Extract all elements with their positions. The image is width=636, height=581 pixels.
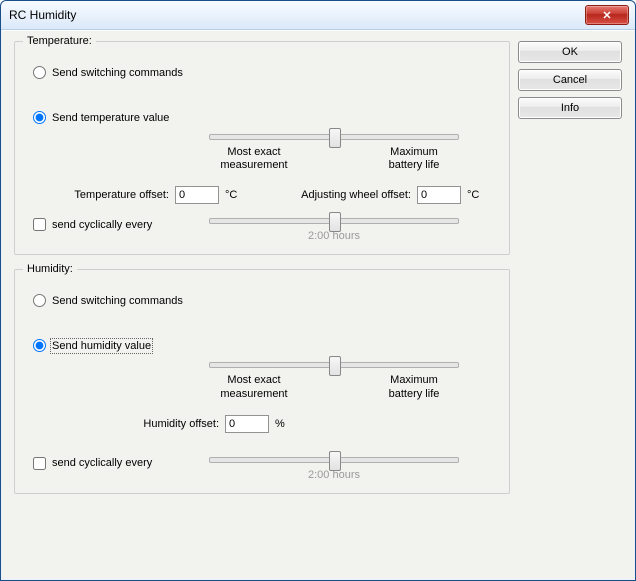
wheel-offset-label: Adjusting wheel offset: [281, 189, 411, 201]
radio-temp-value-label: Send temperature value [52, 112, 169, 124]
hum-offset-input[interactable] [225, 415, 269, 433]
hum-precision-slider-block: Most exact measurement Maximum battery l… [209, 362, 459, 400]
check-temp-cyclic-label: send cyclically every [52, 219, 152, 231]
temp-offset-input[interactable] [175, 186, 219, 204]
client-area: Temperature: Send switching commands Sen… [2, 30, 634, 579]
window-title: RC Humidity [9, 8, 76, 22]
check-hum-cyclic[interactable] [33, 457, 46, 470]
group-temperature: Temperature: Send switching commands Sen… [14, 41, 510, 255]
temp-slider-right-label: Maximum battery life [369, 146, 459, 172]
slider-thumb[interactable] [329, 451, 341, 471]
radio-temp-value[interactable] [33, 111, 46, 124]
temp-slider-left-label: Most exact measurement [209, 146, 299, 172]
group-humidity-legend: Humidity: [23, 263, 77, 275]
radio-hum-value[interactable] [33, 339, 46, 352]
radio-hum-switching-label: Send switching commands [52, 295, 183, 307]
check-hum-cyclic-label: send cyclically every [52, 457, 152, 469]
radio-hum-value-label: Send humidity value [52, 340, 151, 352]
radio-temp-switching-label: Send switching commands [52, 67, 183, 79]
temp-cyclic-caption: 2:00 hours [209, 230, 459, 242]
hum-slider-left-label: Most exact measurement [209, 374, 299, 400]
close-icon: ✕ [602, 9, 611, 22]
close-button[interactable]: ✕ [585, 5, 629, 25]
hum-slider-right-label: Maximum battery life [369, 374, 459, 400]
hum-precision-slider[interactable] [209, 362, 459, 368]
temp-offset-label: Temperature offset: [59, 189, 169, 201]
radio-hum-switching[interactable] [33, 294, 46, 307]
cancel-button[interactable]: Cancel [518, 69, 622, 91]
wheel-offset-unit: °C [467, 189, 485, 201]
wheel-offset-input[interactable] [417, 186, 461, 204]
info-button[interactable]: Info [518, 97, 622, 119]
slider-thumb[interactable] [329, 212, 341, 232]
group-temperature-legend: Temperature: [23, 35, 96, 47]
hum-offset-unit: % [275, 418, 293, 430]
ok-button[interactable]: OK [518, 41, 622, 63]
radio-temp-switching[interactable] [33, 66, 46, 79]
temp-precision-slider[interactable] [209, 134, 459, 140]
dialog-window: RC Humidity ✕ Temperature: Send switchin… [0, 0, 636, 581]
temp-precision-slider-block: Most exact measurement Maximum battery l… [209, 134, 459, 172]
group-humidity: Humidity: Send switching commands Send h… [14, 269, 510, 493]
slider-thumb[interactable] [329, 128, 341, 148]
temp-cyclic-slider[interactable] [209, 218, 459, 224]
temp-offset-unit: °C [225, 189, 243, 201]
slider-thumb[interactable] [329, 356, 341, 376]
hum-cyclic-slider[interactable] [209, 457, 459, 463]
hum-offset-label: Humidity offset: [109, 418, 219, 430]
titlebar: RC Humidity ✕ [1, 1, 635, 30]
check-temp-cyclic[interactable] [33, 218, 46, 231]
